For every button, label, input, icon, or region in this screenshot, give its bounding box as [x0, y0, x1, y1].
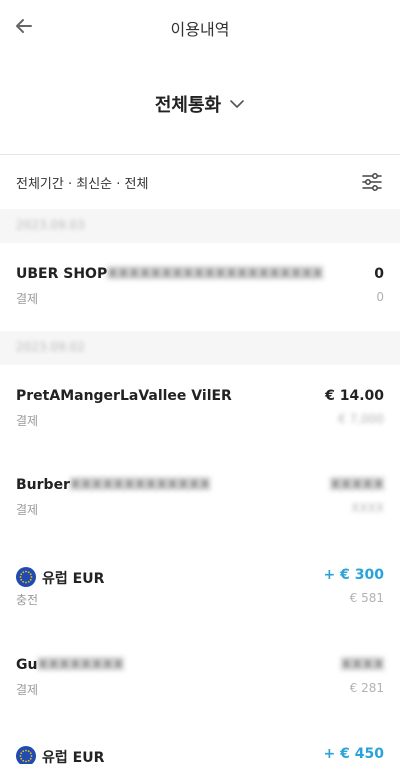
- transaction-name: BurberXXXXXXXXXXXXX: [16, 477, 211, 493]
- transaction-row[interactable]: BurberXXXXXXXXXXXXX XXXXX 결제 XXXX: [0, 477, 400, 541]
- date-group-header: 2023.09.02: [0, 331, 400, 365]
- filter-bar[interactable]: 전체기간 · 최신순 · 전체: [0, 154, 400, 209]
- transaction-sub-amount: € 7,000: [338, 412, 384, 426]
- filter-sliders-icon[interactable]: [360, 170, 384, 194]
- transaction-amount: + € 300: [323, 567, 384, 583]
- eu-flag-icon: [16, 567, 36, 587]
- date-label: 2023.09.02: [16, 340, 85, 354]
- currency-selector[interactable]: 전체통화: [0, 90, 400, 118]
- page-title: 이용내역: [170, 20, 230, 39]
- transaction-row[interactable]: GuXXXXXXXX XXXX 결제 € 281: [0, 657, 400, 721]
- transaction-amount: € 14.00: [325, 388, 384, 404]
- date-group-header: 2023.09.03: [0, 209, 400, 243]
- chevron-down-icon: [230, 100, 244, 108]
- transaction-sub-amount: € 581: [349, 591, 384, 605]
- transaction-row[interactable]: 유럽 EUR + € 300 충전 € 581: [0, 567, 400, 631]
- transaction-name: PretAMangerLaVallee VilER: [16, 388, 232, 404]
- transaction-row[interactable]: UBER SHOPXXXXXXXXXXXXXXXXXXXX 0 결제 0: [0, 266, 400, 330]
- transaction-type: 결제: [16, 683, 39, 697]
- transaction-type: 결제: [16, 414, 39, 428]
- transaction-name: 유럽 EUR: [16, 567, 104, 588]
- transaction-name: UBER SHOPXXXXXXXXXXXXXXXXXXXX: [16, 266, 324, 282]
- date-label: 2023.09.03: [16, 218, 85, 232]
- top-bar: 이용내역: [0, 0, 400, 56]
- transaction-type: 충전: [16, 593, 39, 607]
- currency-selector-label: 전체통화: [154, 95, 222, 116]
- transaction-amount: XXXX: [340, 657, 384, 673]
- transaction-row[interactable]: PretAMangerLaVallee VilER € 14.00 결제 € 7…: [0, 388, 400, 452]
- transaction-sub-amount: XXXX: [351, 501, 384, 515]
- transaction-amount: 0: [374, 266, 384, 282]
- transaction-type: 결제: [16, 292, 39, 306]
- transaction-sub-amount: € 281: [349, 681, 384, 695]
- transaction-sub-amount: 0: [376, 290, 384, 304]
- eu-flag-icon: [16, 746, 36, 764]
- transaction-amount: + € 450: [323, 746, 384, 762]
- filter-summary: 전체기간 · 최신순 · 전체: [16, 177, 149, 192]
- transaction-type: 결제: [16, 503, 39, 517]
- transaction-amount: XXXXX: [330, 477, 384, 493]
- transaction-name: 유럽 EUR: [16, 746, 104, 764]
- transaction-name: GuXXXXXXXX: [16, 657, 124, 673]
- transaction-row[interactable]: 유럽 EUR + € 450: [0, 746, 400, 764]
